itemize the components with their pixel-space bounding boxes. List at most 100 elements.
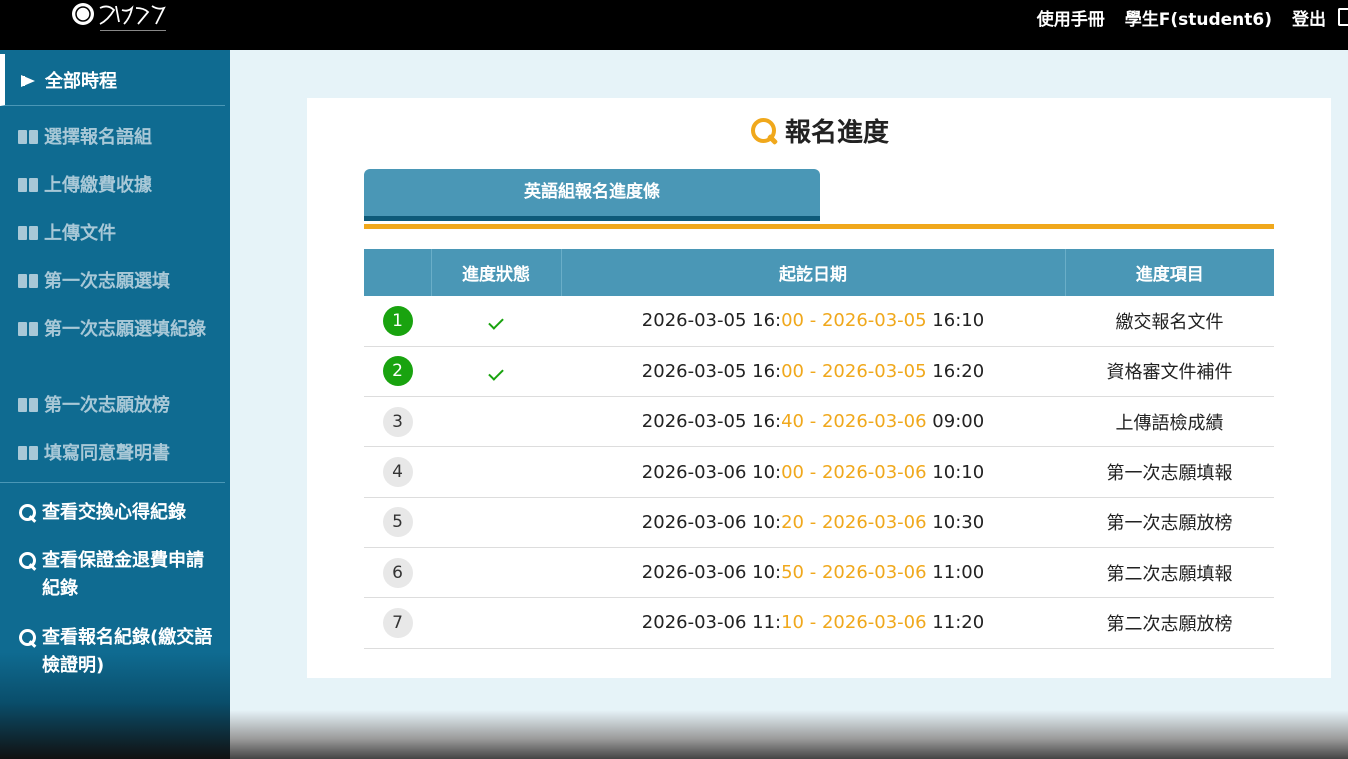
page-title: 報名進度 — [307, 112, 1331, 149]
start-minute: 10 — [781, 612, 805, 634]
progress-item-cell: 第二次志願填報 — [1065, 547, 1274, 599]
status-cell — [431, 497, 561, 548]
step-number-cell: 6 — [364, 547, 431, 599]
col-item: 進度項目 — [1065, 249, 1274, 296]
start-date: 2026-03-05 16: — [641, 310, 782, 332]
sidebar-link-label: 查看交換心得紀錄 — [42, 502, 186, 523]
date-separator: - — [804, 562, 822, 584]
book-icon — [18, 225, 40, 243]
book-icon — [18, 273, 40, 291]
start-minute: 00 — [781, 310, 805, 332]
date-separator: - — [804, 360, 822, 382]
book-icon — [18, 321, 40, 339]
status-cell — [431, 346, 561, 398]
end-time: 10:10 — [926, 461, 985, 483]
start-date: 2026-03-06 10: — [641, 562, 782, 584]
status-cell — [431, 597, 561, 649]
tab-underline — [364, 224, 1274, 229]
step-number-badge: 5 — [382, 507, 413, 538]
progress-item-cell: 第一次志願放榜 — [1065, 497, 1274, 548]
start-minute: 00 — [781, 360, 805, 382]
date-range-cell: 2026-03-05 16:00 - 2026-03-05 16:20 — [561, 346, 1065, 398]
sidebar-item-label: 選擇報名語組 — [44, 127, 152, 148]
end-date: 2026-03-05 — [821, 310, 927, 332]
logout-icon[interactable] — [1338, 8, 1348, 26]
table-row: 4 2026-03-06 10:00 - 2026-03-06 10:10 第一次志… — [364, 446, 1274, 498]
sidebar-item-label: 第一次志願選填 — [44, 271, 170, 292]
step-number-cell: 3 — [364, 396, 431, 448]
sidebar-item-label: 第一次志願放榜 — [44, 395, 170, 416]
search-icon — [18, 628, 38, 648]
progress-item-cell: 繳交報名文件 — [1065, 296, 1274, 347]
university-logo[interactable] — [70, 2, 170, 34]
progress-table: 進度狀態 起訖日期 進度項目 1 2026-03-05 16:00 - 2026-… — [364, 249, 1274, 649]
sidebar-link[interactable]: 查看報名紀錄(繳交語檢證明) — [18, 624, 213, 680]
table-row: 5 2026-03-06 10:20 - 2026-03-06 10:30 第一次志… — [364, 497, 1274, 548]
sidebar-item-label: 上傳文件 — [44, 223, 116, 244]
book-icon — [18, 129, 40, 147]
table-row: 2 2026-03-05 16:00 - 2026-03-05 16:20 資格審文… — [364, 346, 1274, 398]
tab-english-progress[interactable]: 英語組報名進度條 — [364, 169, 820, 221]
sidebar-link-label: 查看報名紀錄(繳交語檢證明) — [42, 627, 213, 676]
sidebar-link[interactable]: 查看保證金退費申請紀錄 — [18, 547, 213, 603]
progress-panel: 報名進度 英語組報名進度條 進度狀態 起訖日期 進度項目 1 2026-03-05… — [307, 98, 1331, 678]
sidebar-link[interactable]: 查看交換心得紀錄 — [18, 499, 213, 527]
end-date: 2026-03-06 — [821, 511, 927, 533]
sidebar-item-all-schedule[interactable]: 全部時程 — [0, 54, 225, 106]
check-icon — [488, 365, 504, 381]
sidebar-item[interactable]: 第一次志願選填紀錄 — [18, 316, 213, 344]
end-time: 10:30 — [926, 511, 985, 533]
end-date: 2026-03-06 — [821, 461, 927, 483]
start-date: 2026-03-06 10: — [641, 511, 782, 533]
sidebar-link-label: 查看保證金退費申請紀錄 — [42, 550, 204, 599]
progress-item-cell: 第一次志願填報 — [1065, 446, 1274, 498]
book-icon — [18, 177, 40, 195]
date-range-cell: 2026-03-06 10:50 - 2026-03-06 11:00 — [561, 547, 1065, 599]
progress-item-cell: 上傳語檢成績 — [1065, 396, 1274, 448]
top-bar: 使用手冊 學生F(student6) 登出 — [0, 0, 1348, 50]
bottom-shadow — [230, 710, 1348, 759]
search-icon — [18, 551, 38, 571]
date-range-cell: 2026-03-05 16:40 - 2026-03-06 09:00 — [561, 396, 1065, 448]
start-minute: 20 — [781, 511, 805, 533]
date-separator: - — [804, 612, 822, 634]
sidebar-item[interactable]: 填寫同意聲明書 — [18, 440, 213, 468]
user-manual-link[interactable]: 使用手冊 — [1037, 5, 1105, 30]
sidebar-item[interactable]: 第一次志願選填 — [18, 268, 213, 296]
step-number-badge: 4 — [382, 457, 413, 488]
logout-link[interactable]: 登出 — [1292, 5, 1326, 30]
step-number-badge: 1 — [382, 305, 413, 336]
step-number-badge: 7 — [382, 607, 413, 638]
status-cell — [431, 396, 561, 448]
step-number-cell: 2 — [364, 346, 431, 398]
date-separator: - — [804, 511, 822, 533]
step-number-cell: 1 — [364, 296, 431, 347]
sidebar-item[interactable]: 選擇報名語組 — [18, 124, 213, 152]
sidebar-item[interactable]: 上傳文件 — [18, 220, 213, 248]
megaphone-icon — [19, 71, 41, 89]
sidebar-item[interactable]: 上傳繳費收據 — [18, 172, 213, 200]
date-range-cell: 2026-03-06 10:00 - 2026-03-06 10:10 — [561, 446, 1065, 498]
step-number-cell: 5 — [364, 497, 431, 548]
sidebar-item-label: 第一次志願選填紀錄 — [44, 319, 206, 340]
progress-item-cell: 第二次志願放榜 — [1065, 597, 1274, 649]
step-number-cell: 4 — [364, 446, 431, 498]
start-minute: 00 — [781, 461, 805, 483]
sidebar-item-label: 全部時程 — [45, 70, 117, 92]
sidebar-item[interactable]: 第一次志願放榜 — [18, 392, 213, 420]
end-time: 11:00 — [926, 562, 985, 584]
search-icon — [749, 116, 779, 146]
status-cell — [431, 547, 561, 599]
book-icon — [18, 445, 40, 463]
date-separator: - — [804, 461, 822, 483]
page-title-text: 報名進度 — [784, 118, 889, 148]
sidebar-item-label: 上傳繳費收據 — [44, 175, 152, 196]
date-separator: - — [804, 310, 822, 332]
end-date: 2026-03-06 — [821, 411, 927, 433]
user-name[interactable]: 學生F(student6) — [1125, 5, 1272, 30]
progress-item-cell: 資格審文件補件 — [1065, 346, 1274, 398]
step-number-cell: 7 — [364, 597, 431, 649]
date-range-cell: 2026-03-05 16:00 - 2026-03-05 16:10 — [561, 296, 1065, 347]
end-time: 16:20 — [926, 360, 985, 382]
date-range-cell: 2026-03-06 10:20 - 2026-03-06 10:30 — [561, 497, 1065, 548]
